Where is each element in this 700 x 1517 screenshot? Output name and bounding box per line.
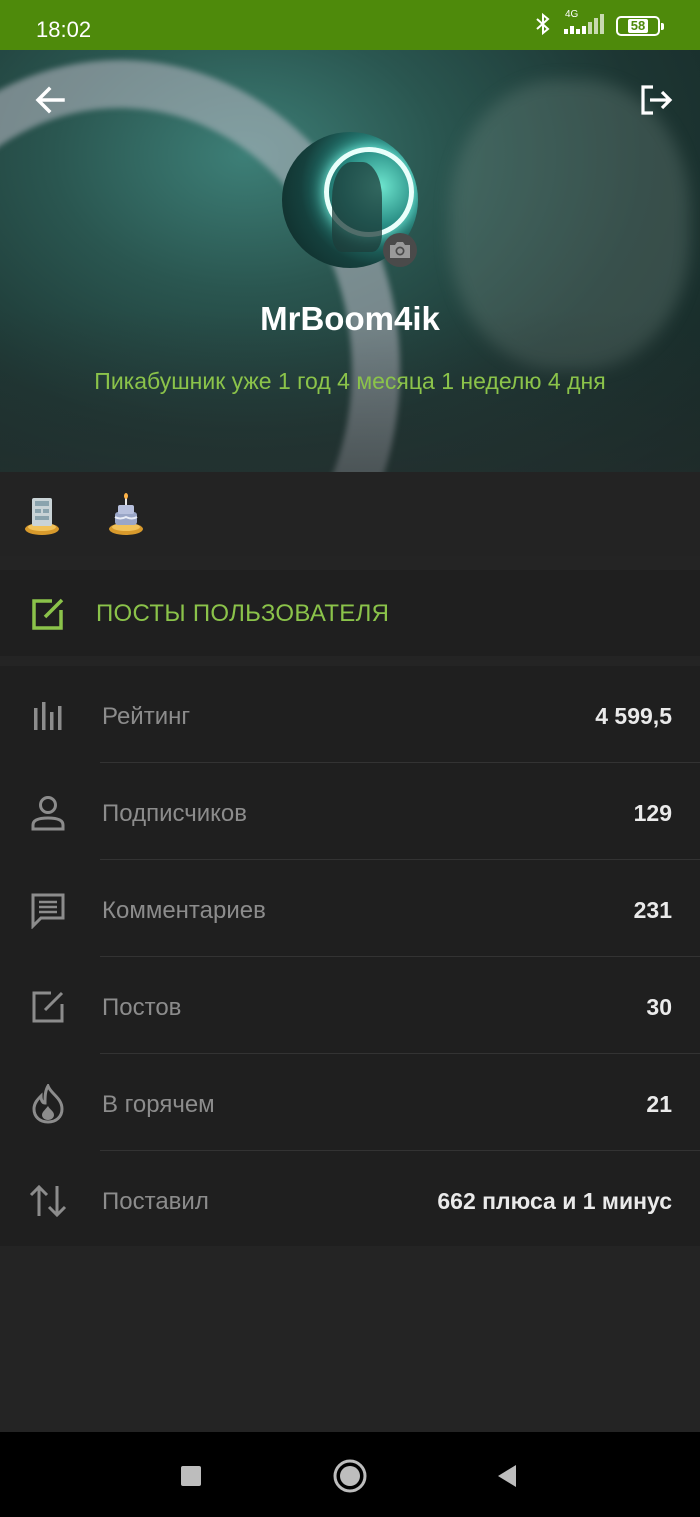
home-button[interactable]: [330, 1456, 370, 1496]
tenure-text: Пикабушник уже 1 год 4 месяца 1 неделю 4…: [94, 368, 606, 394]
stat-row-votes: Поставил 662 плюса и 1 минус: [0, 1151, 700, 1248]
stat-label: В горячем: [102, 1091, 215, 1118]
signal-icon: 4G: [562, 8, 606, 41]
back-button[interactable]: [26, 76, 74, 124]
system-back-button[interactable]: [487, 1456, 527, 1496]
network-type: 4G: [565, 8, 579, 20]
square-icon: [181, 1466, 201, 1486]
arrow-left-icon: [35, 86, 65, 114]
flame-icon: [26, 1084, 70, 1124]
status-time: 18:02: [36, 17, 92, 42]
user-posts-button[interactable]: ПОСТЫ ПОЛЬЗОВАТЕЛЯ: [0, 570, 700, 656]
stat-row-hot[interactable]: В горячем 21: [0, 1054, 700, 1151]
comment-icon: [26, 890, 70, 930]
stat-value: 129: [633, 800, 672, 826]
stats-list: Рейтинг 4 599,5 Подписчиков 129 Коммента…: [0, 666, 700, 1246]
status-bar: 18:02 4G 58: [0, 0, 700, 50]
triangle-back-icon: [498, 1465, 516, 1487]
battery-level: 58: [627, 19, 649, 33]
stat-label: Подписчиков: [102, 800, 247, 827]
up-down-arrows-icon: [26, 1181, 70, 1221]
rating-bars-icon: [26, 696, 70, 736]
awards-row: [0, 472, 700, 556]
username: MrBoom4ik: [260, 300, 440, 337]
stat-label: Комментариев: [102, 897, 266, 924]
stat-label: Рейтинг: [102, 703, 191, 730]
avatar-figure: [332, 162, 382, 252]
stat-value: 30: [646, 994, 672, 1020]
stat-label: Поставил: [102, 1188, 209, 1215]
stat-value: 4 599,5: [595, 703, 672, 729]
stat-row-subscribers[interactable]: Подписчиков 129: [0, 763, 700, 860]
stat-value: 662 плюса и 1 минус: [437, 1188, 672, 1214]
stat-label: Постов: [102, 994, 182, 1021]
status-icons: 4G 58: [534, 8, 664, 41]
person-icon: [26, 793, 70, 833]
battery-icon: 58: [616, 16, 664, 36]
circle-icon: [333, 1459, 367, 1493]
stat-row-comments[interactable]: Комментариев 231: [0, 860, 700, 957]
logout-button[interactable]: [633, 76, 681, 124]
system-navigation-bar: [0, 1432, 700, 1517]
stat-value: 21: [646, 1091, 672, 1117]
stat-value: 231: [633, 897, 672, 923]
change-avatar-button[interactable]: [383, 233, 417, 267]
award-icon[interactable]: [106, 492, 146, 536]
edit-icon: [26, 987, 70, 1027]
edit-icon: [32, 598, 64, 630]
award-icon[interactable]: [22, 492, 62, 536]
recents-button[interactable]: [171, 1456, 211, 1496]
stat-row-rating: Рейтинг 4 599,5: [0, 666, 700, 763]
bluetooth-icon: [534, 12, 552, 41]
user-posts-label: ПОСТЫ ПОЛЬЗОВАТЕЛЯ: [96, 600, 390, 627]
stat-row-posts[interactable]: Постов 30: [0, 957, 700, 1054]
logout-icon: [641, 85, 673, 115]
camera-icon: [390, 242, 410, 258]
